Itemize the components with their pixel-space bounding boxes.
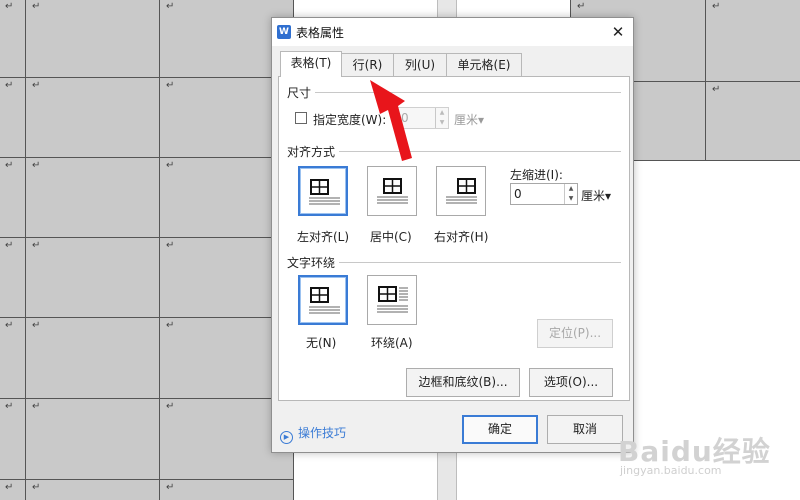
baidu-jingyan-watermark: Baidu经验 jingyan.baidu.com bbox=[618, 430, 771, 477]
annotation-arrow-icon bbox=[370, 80, 412, 161]
tab-table[interactable]: 表格(T) bbox=[280, 51, 342, 77]
red-arrow bbox=[370, 80, 412, 161]
watermark-sub: jingyan.baidu.com bbox=[620, 464, 722, 477]
